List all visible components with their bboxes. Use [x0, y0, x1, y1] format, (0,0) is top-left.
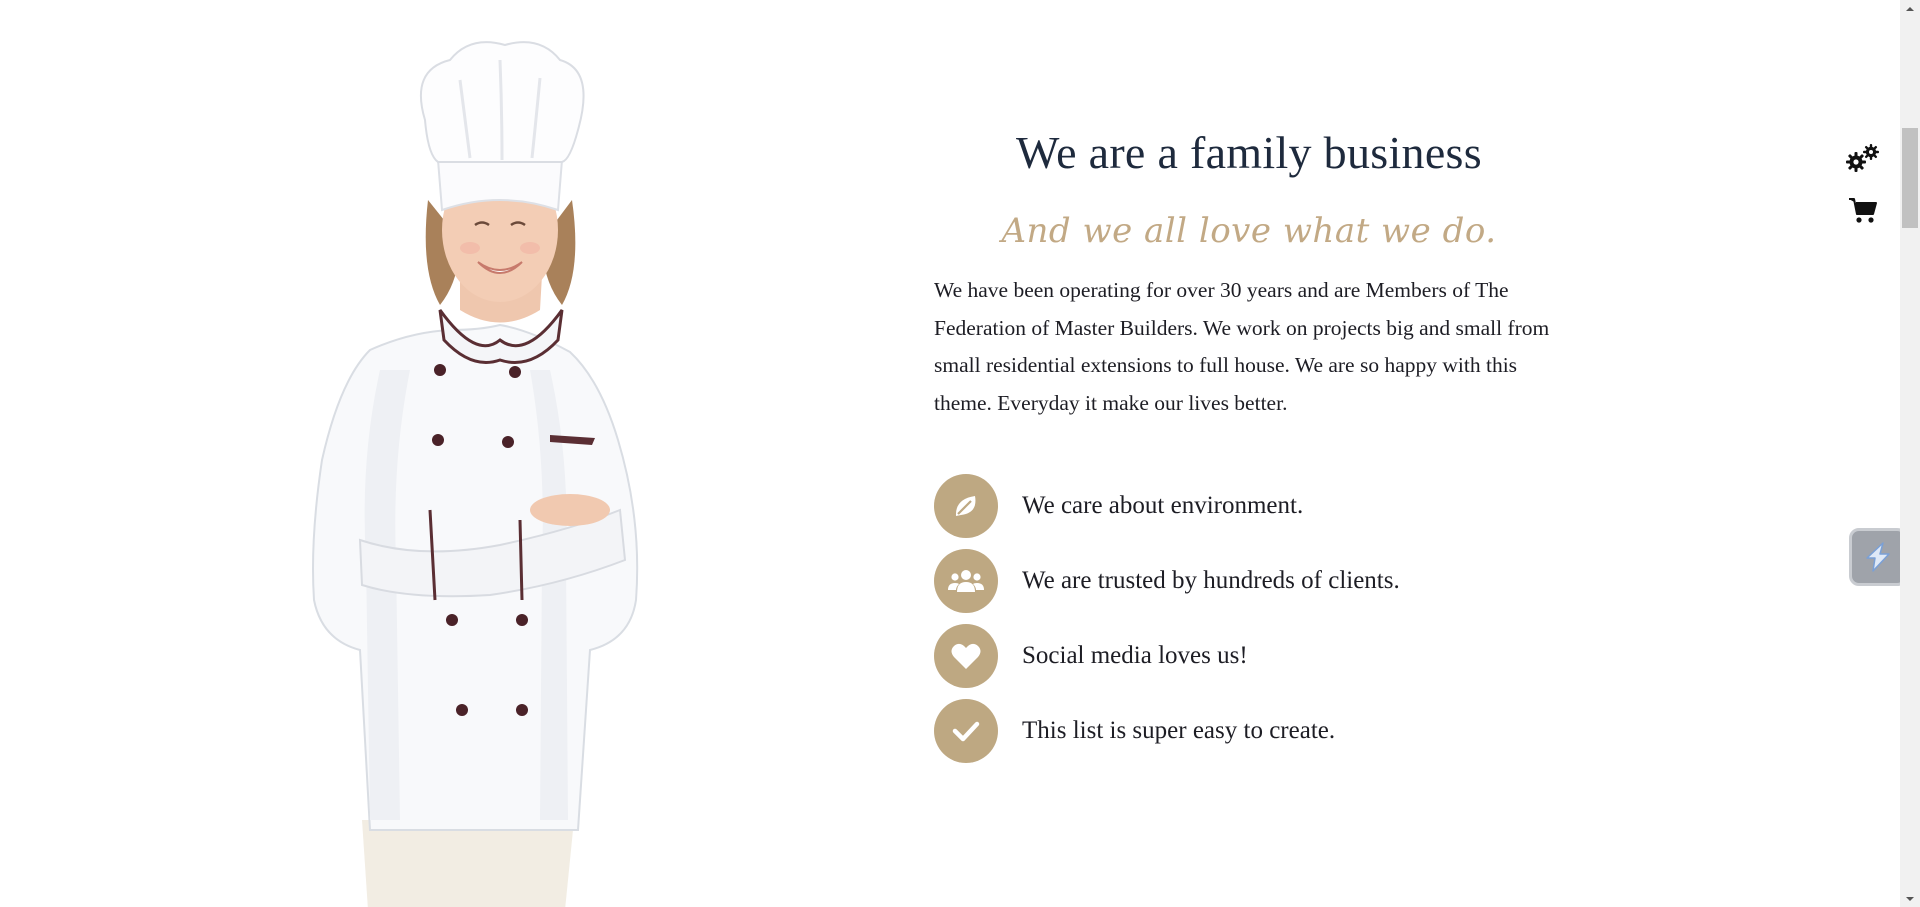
users-icon — [934, 548, 998, 613]
intro-paragraph: We have been operating for over 30 years… — [934, 278, 1550, 415]
feature-list: We care about environment. We are truste… — [934, 468, 1564, 768]
list-item: Social media loves us! — [934, 618, 1564, 693]
scrollbar-thumb[interactable] — [1902, 128, 1918, 228]
feature-text: We are trusted by hundreds of clients. — [1022, 566, 1400, 594]
feature-text: This list is super easy to create. — [1022, 716, 1336, 744]
list-item: We care about environment. — [934, 468, 1564, 543]
scroll-up-button[interactable] — [1900, 0, 1920, 17]
shopping-cart-icon[interactable] — [1848, 196, 1878, 224]
vertical-scrollbar[interactable] — [1900, 0, 1920, 907]
page: We are a family business And we all love… — [0, 0, 1900, 907]
heart-icon — [934, 623, 998, 688]
list-item: We are trusted by hundreds of clients. — [934, 543, 1564, 618]
lightning-icon — [1866, 542, 1890, 572]
scroll-down-button[interactable] — [1900, 890, 1920, 907]
chef-image — [312, 41, 639, 907]
leaf-icon — [934, 473, 998, 538]
section-subheading: And we all love what we do. — [1001, 211, 1497, 251]
about-section: We are a family business And we all love… — [934, 118, 1564, 768]
feature-text: We care about environment. — [1022, 491, 1304, 519]
feature-text: Social media loves us! — [1022, 641, 1248, 669]
floating-action-button[interactable] — [1849, 528, 1900, 586]
checkmark-icon — [934, 698, 998, 763]
section-heading: We are a family business — [1016, 127, 1482, 178]
list-item: This list is super easy to create. — [934, 693, 1564, 768]
gears-icon[interactable] — [1846, 143, 1880, 173]
